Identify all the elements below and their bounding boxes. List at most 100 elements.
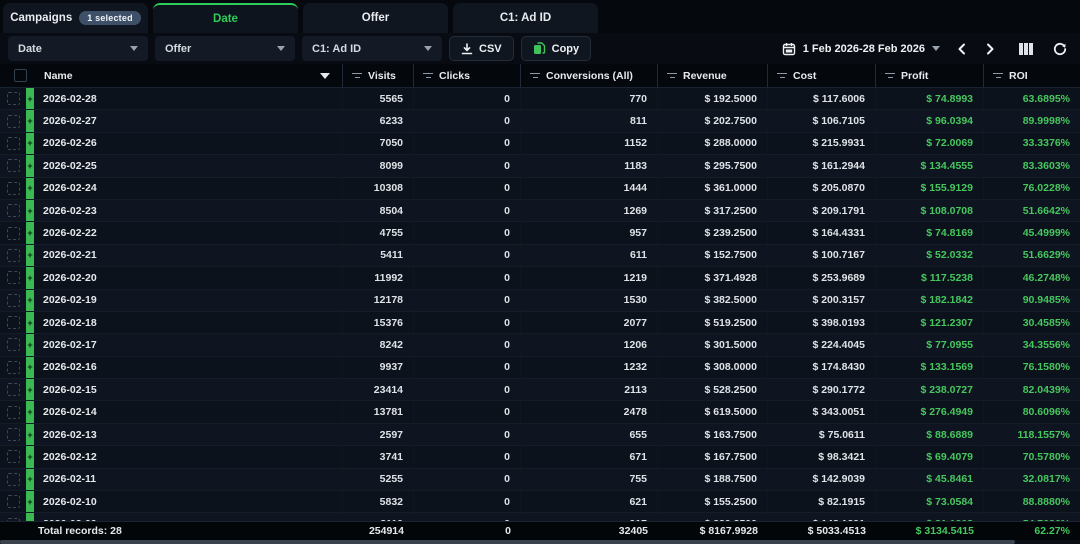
column-header-name[interactable]: Name: [0, 64, 343, 87]
cell-roi: 70.5780%: [984, 446, 1080, 467]
cell-conversions: 671: [521, 446, 658, 467]
expand-plus-icon[interactable]: +: [26, 357, 34, 378]
table-row[interactable]: + 2026-02-28 5565 0 770 $ 192.5000 $ 117…: [0, 88, 1080, 110]
filter-icon[interactable]: [667, 73, 677, 79]
row-checkbox[interactable]: [7, 182, 20, 195]
expand-plus-icon[interactable]: +: [26, 513, 34, 521]
csv-export-button[interactable]: CSV: [449, 36, 514, 61]
table-row[interactable]: + 2026-02-11 5255 0 755 $ 188.7500 $ 142…: [0, 469, 1080, 491]
expand-plus-icon[interactable]: +: [26, 88, 34, 109]
expand-plus-icon[interactable]: +: [26, 424, 34, 445]
group-dropdown-c1-ad-id[interactable]: C1: Ad ID: [302, 36, 442, 61]
tab-date[interactable]: Date: [153, 3, 298, 33]
table-row[interactable]: + 2026-02-16 9937 0 1232 $ 308.0000 $ 17…: [0, 357, 1080, 379]
expand-plus-icon[interactable]: +: [26, 245, 34, 266]
chevron-down-icon: [130, 46, 138, 51]
filter-icon[interactable]: [530, 73, 540, 79]
expand-plus-icon[interactable]: +: [26, 290, 34, 311]
row-checkbox[interactable]: [7, 495, 20, 508]
row-checkbox[interactable]: [7, 159, 20, 172]
tab-offer[interactable]: Offer: [303, 3, 448, 33]
column-header-roi[interactable]: ROI: [984, 64, 1080, 87]
row-checkbox[interactable]: [7, 115, 20, 128]
filter-icon[interactable]: [352, 73, 362, 79]
table-row[interactable]: + 2026-02-10 5832 0 621 $ 155.2500 $ 82.…: [0, 491, 1080, 513]
row-checkbox[interactable]: [7, 316, 20, 329]
table-row[interactable]: + 2026-02-20 11992 0 1219 $ 371.4928 $ 2…: [0, 267, 1080, 289]
next-period-button[interactable]: [978, 37, 1002, 61]
column-header-visits[interactable]: Visits: [343, 64, 414, 87]
row-checkbox[interactable]: [7, 406, 20, 419]
table-row[interactable]: + 2026-02-25 8099 0 1183 $ 295.7500 $ 16…: [0, 155, 1080, 177]
refresh-icon[interactable]: [1048, 37, 1072, 61]
expand-plus-icon[interactable]: +: [26, 200, 34, 221]
table-row[interactable]: + 2026-02-15 23414 0 2113 $ 528.2500 $ 2…: [0, 379, 1080, 401]
group-dropdown-offer[interactable]: Offer: [155, 36, 295, 61]
cell-profit: $ 238.0727: [876, 379, 984, 400]
filter-icon[interactable]: [885, 73, 895, 79]
table-row[interactable]: + 2026-02-23 8504 0 1269 $ 317.2500 $ 20…: [0, 200, 1080, 222]
column-header-clicks[interactable]: Clicks: [414, 64, 521, 87]
expand-plus-icon[interactable]: +: [26, 334, 34, 355]
scrollbar-thumb[interactable]: [0, 540, 1015, 544]
expand-plus-icon[interactable]: +: [26, 379, 34, 400]
filter-icon[interactable]: [777, 73, 787, 79]
table-row[interactable]: + 2026-02-17 8242 0 1206 $ 301.5000 $ 22…: [0, 334, 1080, 356]
copy-button[interactable]: Copy: [521, 36, 592, 61]
tab-campaigns[interactable]: Campaigns 1 selected: [3, 3, 148, 33]
table-row[interactable]: + 2026-02-09 8110 0 917 $ 229.2500 $ 148…: [0, 513, 1080, 521]
table-row[interactable]: + 2026-02-18 15376 0 2077 $ 519.2500 $ 3…: [0, 312, 1080, 334]
row-name: 2026-02-18: [43, 317, 97, 329]
row-checkbox[interactable]: [7, 428, 20, 441]
date-range-picker[interactable]: 1 Feb 2026-28 Feb 2026: [776, 42, 946, 56]
expand-plus-icon[interactable]: +: [26, 267, 34, 288]
row-checkbox[interactable]: [7, 271, 20, 284]
expand-plus-icon[interactable]: +: [26, 110, 34, 131]
column-header-cost[interactable]: Cost: [768, 64, 876, 87]
row-checkbox[interactable]: [7, 361, 20, 374]
table-row[interactable]: + 2026-02-12 3741 0 671 $ 167.7500 $ 98.…: [0, 446, 1080, 468]
row-checkbox[interactable]: [7, 92, 20, 105]
table-row[interactable]: + 2026-02-13 2597 0 655 $ 163.7500 $ 75.…: [0, 424, 1080, 446]
table-row[interactable]: + 2026-02-27 6233 0 811 $ 202.7500 $ 106…: [0, 110, 1080, 132]
row-checkbox[interactable]: [7, 249, 20, 262]
filter-icon[interactable]: [993, 73, 1003, 79]
expand-plus-icon[interactable]: +: [26, 133, 34, 154]
row-checkbox[interactable]: [7, 204, 20, 217]
cell-cost: $ 117.6006: [768, 88, 876, 109]
row-checkbox[interactable]: [7, 473, 20, 486]
expand-plus-icon[interactable]: +: [26, 222, 34, 243]
group-dropdown-date[interactable]: Date: [8, 36, 148, 61]
row-checkbox[interactable]: [7, 294, 20, 307]
expand-plus-icon[interactable]: +: [26, 491, 34, 512]
expand-plus-icon[interactable]: +: [26, 469, 34, 490]
column-header-profit[interactable]: Profit: [876, 64, 984, 87]
expand-plus-icon[interactable]: +: [26, 312, 34, 333]
expand-plus-icon[interactable]: +: [26, 155, 34, 176]
column-header-revenue[interactable]: Revenue: [658, 64, 768, 87]
row-checkbox[interactable]: [7, 227, 20, 240]
select-all-checkbox[interactable]: [14, 69, 27, 82]
row-checkbox[interactable]: [7, 137, 20, 150]
expand-plus-icon[interactable]: +: [26, 401, 34, 422]
row-checkbox[interactable]: [7, 450, 20, 463]
expand-plus-icon[interactable]: +: [26, 178, 34, 199]
table-row[interactable]: + 2026-02-26 7050 0 1152 $ 288.0000 $ 21…: [0, 133, 1080, 155]
sort-desc-icon[interactable]: [320, 73, 330, 79]
row-checkbox[interactable]: [7, 338, 20, 351]
tab-c1-ad-id[interactable]: C1: Ad ID: [453, 3, 598, 33]
cell-revenue: $ 317.2500: [658, 200, 768, 221]
prev-period-button[interactable]: [950, 37, 974, 61]
table-row[interactable]: + 2026-02-22 4755 0 957 $ 239.2500 $ 164…: [0, 222, 1080, 244]
table-row[interactable]: + 2026-02-24 10308 0 1444 $ 361.0000 $ 2…: [0, 178, 1080, 200]
column-header-conversions[interactable]: Conversions (All): [521, 64, 658, 87]
table-row[interactable]: + 2026-02-19 12178 0 1530 $ 382.5000 $ 2…: [0, 290, 1080, 312]
columns-icon[interactable]: [1014, 37, 1038, 61]
table-row[interactable]: + 2026-02-14 13781 0 2478 $ 619.5000 $ 3…: [0, 401, 1080, 423]
row-checkbox[interactable]: [7, 383, 20, 396]
filter-icon[interactable]: [423, 73, 433, 79]
table-row[interactable]: + 2026-02-21 5411 0 611 $ 152.7500 $ 100…: [0, 245, 1080, 267]
expand-plus-icon[interactable]: +: [26, 446, 34, 467]
horizontal-scrollbar[interactable]: [0, 540, 1080, 544]
cell-conversions: 655: [521, 424, 658, 445]
